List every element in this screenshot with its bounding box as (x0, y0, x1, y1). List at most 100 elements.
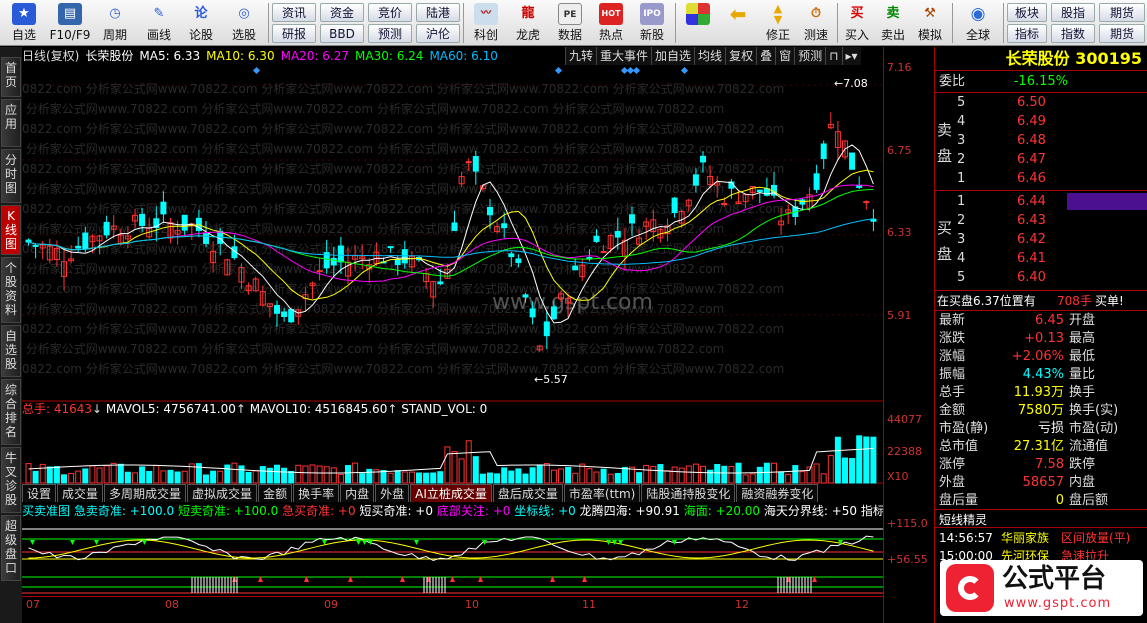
research-button[interactable]: 研报 (272, 24, 316, 43)
window-button[interactable]: 窗 (775, 47, 795, 65)
volume-bar (302, 465, 309, 484)
sidebar-item-kline[interactable]: K线图 (1, 205, 21, 255)
bid-level[interactable]: 5 6.40 (935, 268, 1147, 287)
indicator-button[interactable]: 指标 (1007, 24, 1047, 43)
sidebar-item-super-quote[interactable]: 超级盘口 (1, 515, 21, 581)
major-events-button[interactable]: 重大事件 (596, 47, 652, 65)
ask-level[interactable]: 4 6.49 (935, 112, 1147, 131)
logo-url: www.gspt.com (1004, 596, 1112, 611)
sidebar-item-apps[interactable]: 应用 (1, 99, 21, 147)
shanghai-london-button[interactable]: 沪伦 (416, 24, 460, 43)
bid-level[interactable]: 3 6.42 (935, 230, 1147, 249)
hk-connect-button[interactable]: 陆港 (416, 3, 460, 22)
overlay-button[interactable]: 叠 (756, 47, 776, 65)
arrow-left-icon: ⬅ (729, 2, 747, 26)
volume-tab[interactable]: 金额 (258, 484, 293, 502)
volume-tab[interactable]: 盘后成交量 (492, 484, 563, 502)
buy-button[interactable]: 买买入 (840, 0, 874, 46)
sidebar-item-home[interactable]: 首页 (1, 57, 21, 97)
back-button[interactable]: ⬅ (720, 0, 756, 46)
candle-body (139, 213, 146, 226)
news-button[interactable]: 资讯 (272, 3, 316, 22)
lock-icon[interactable]: ⊓ (825, 47, 842, 65)
correct-button[interactable]: ▲ ▼ 修正 (760, 0, 796, 46)
volume-tab[interactable]: 成交量 (57, 484, 104, 502)
volume-tab[interactable]: 市盈率(ttm) (563, 484, 641, 502)
kechuang-button[interactable]: 〰科创 (466, 0, 506, 46)
ask-level[interactable]: 5 6.50 (935, 93, 1147, 112)
volume-tab[interactable]: AI立桩成交量 (410, 484, 492, 502)
simulate-button[interactable]: ⚒ 模拟 (912, 0, 948, 46)
sidebar-item-intraday[interactable]: 分时图 (1, 149, 21, 203)
volume-tab[interactable]: 虚拟成交量 (187, 484, 258, 502)
volume-bar (763, 462, 770, 484)
volume-bar (181, 470, 188, 484)
futures-button-top[interactable]: 期货 (1099, 3, 1145, 22)
volume-tab[interactable]: 设置 (22, 484, 57, 502)
candle-body (472, 156, 479, 172)
volume-tab[interactable]: 内盘 (340, 484, 375, 502)
layout-button[interactable] (680, 0, 716, 46)
add-watchlist-button[interactable]: 加自选 (651, 47, 695, 65)
sidebar-item-ranking[interactable]: 综合排名 (1, 379, 21, 445)
candle-body (394, 259, 401, 266)
global-button[interactable]: ◉ 全球 (956, 0, 1000, 46)
sector-button[interactable]: 板块 (1007, 3, 1047, 22)
indicator-help-link[interactable]: 指标说明 (861, 504, 883, 518)
sidebar-item-watchlist[interactable]: 自选股 (1, 325, 21, 377)
sell-button[interactable]: 卖卖出 (876, 0, 910, 46)
mavol5-line (28, 448, 874, 474)
volume-bar (146, 470, 153, 484)
volume-tab[interactable]: 陆股通持股变化 (641, 484, 736, 502)
favorites-button[interactable]: ★ 自选 (2, 0, 46, 46)
period-button[interactable]: ◷ 周期 (94, 0, 136, 46)
volume-tab[interactable]: 融资融券变化 (736, 484, 819, 502)
data-button[interactable]: PE 数据 (550, 0, 590, 46)
watermark-text: 0822.com 分析家公式网www.70822.com 分析家公式网www.7… (22, 181, 724, 196)
dragon-tiger-button[interactable]: 龍龙虎 (508, 0, 548, 46)
ma-button[interactable]: 均线 (694, 47, 726, 65)
menu-icon[interactable]: ▸▾ (841, 47, 861, 65)
volume-bar (614, 473, 621, 484)
watermark-text: 0822.com 分析家公式网www.70822.com 分析家公式网www.7… (22, 261, 724, 276)
stock-picker-button[interactable]: ◎ 选股 (222, 0, 266, 46)
volume-tab[interactable]: 换手率 (293, 484, 340, 502)
index-button[interactable]: 指数 (1051, 24, 1095, 43)
toolbar: ★ 自选 ▤ F10/F9 ◷ 周期 ✎ 画线 论论股 ◎ 选股 资讯 资金 竞价 陆港 … (0, 0, 1147, 46)
volume-scale: X10 (887, 470, 909, 483)
volume-bar (579, 463, 586, 484)
stock-index-button[interactable]: 股指 (1051, 3, 1095, 22)
bid-level[interactable]: 1 6.44 (935, 192, 1147, 211)
funds-button[interactable]: 资金 (320, 3, 364, 22)
candle-body (600, 251, 607, 254)
sell-triangle (414, 540, 419, 545)
auction-button[interactable]: 竞价 (368, 3, 412, 22)
futures-button-bottom[interactable]: 期货 (1099, 24, 1145, 43)
ask-level[interactable]: 3 6.48 (935, 131, 1147, 150)
discuss-icon: 论 (194, 6, 208, 21)
volume-bar (437, 471, 444, 484)
bbd-button[interactable]: BBD (320, 24, 364, 43)
volume-bar (721, 465, 728, 484)
ask-level[interactable]: 1 6.46 (935, 169, 1147, 188)
forecast-button[interactable]: 预测 (368, 24, 412, 43)
sidebar-item-diagnosis[interactable]: 牛叉诊股 (1, 447, 21, 513)
draw-line-button[interactable]: ✎ 画线 (138, 0, 180, 46)
kline-chart[interactable]: 0822.com 分析家公式网www.70822.com 分析家公式网www.7… (22, 65, 883, 614)
adjust-button[interactable]: 复权 (725, 47, 757, 65)
ask-level[interactable]: 2 6.47 (935, 150, 1147, 169)
sidebar-item-stock-info[interactable]: 个股资料 (1, 257, 21, 323)
bid-level[interactable]: 4 6.41 (935, 249, 1147, 268)
f10-button[interactable]: ▤ F10/F9 (48, 0, 92, 46)
volume-tab[interactable]: 外盘 (375, 484, 410, 502)
speed-test-button[interactable]: ⏱ 测速 (798, 0, 834, 46)
hotspot-button[interactable]: HOT 热点 (592, 0, 630, 46)
bid-level[interactable]: 2 6.43 (935, 211, 1147, 230)
elf-row[interactable]: 14:56:57 华丽家族 区间放量(平) (935, 529, 1147, 547)
short-term-elf-title: 短线精灵 (939, 513, 988, 527)
ipo-button[interactable]: IPO 新股 (632, 0, 672, 46)
volume-tab[interactable]: 多周期成交量 (104, 484, 187, 502)
predict-button[interactable]: 预测 (794, 47, 826, 65)
nine-turn-button[interactable]: 九转 (565, 47, 597, 65)
discuss-button[interactable]: 论论股 (182, 0, 220, 46)
